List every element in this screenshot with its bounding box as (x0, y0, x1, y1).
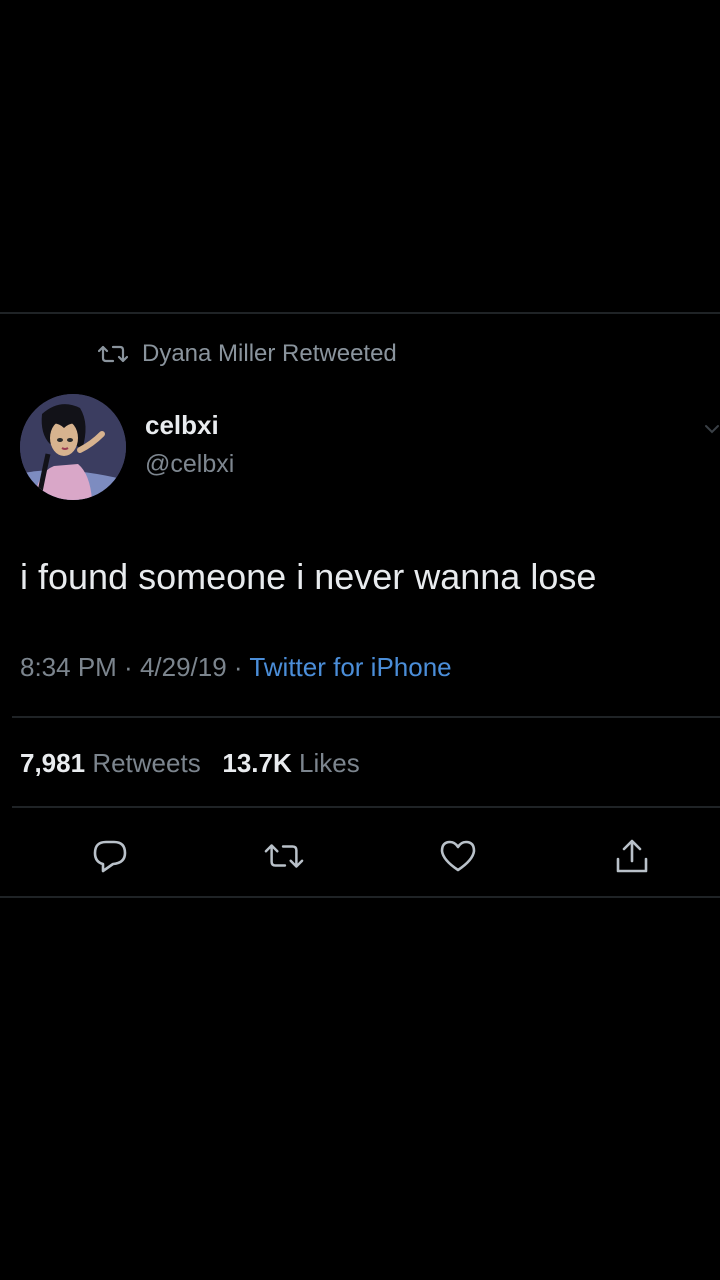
likes-stat[interactable]: 13.7K Likes (222, 748, 359, 778)
share-icon (616, 839, 648, 873)
share-button[interactable] (612, 836, 652, 876)
retweet-button[interactable] (264, 836, 304, 876)
retweet-icon (264, 844, 304, 868)
tweet-text: i found someone i never wanna lose (20, 556, 597, 597)
avatar[interactable] (20, 394, 126, 500)
retweets-count: 7,981 (20, 748, 86, 778)
tweet-stats: 7,981 Retweets 13.7K Likes (20, 748, 360, 779)
retweets-stat[interactable]: 7,981 Retweets (20, 748, 201, 778)
tweet-meta: 8:34 PM · 4/29/19 · Twitter for iPhone (20, 652, 452, 683)
tweet-actions (0, 836, 720, 876)
likes-label: Likes (299, 748, 360, 778)
top-divider (0, 312, 720, 314)
like-button[interactable] (438, 836, 478, 876)
tweet-date: 4/29/19 (139, 652, 227, 682)
meta-separator: · (116, 652, 140, 682)
likes-count: 13.7K (222, 748, 292, 778)
author-handle[interactable]: @celbxi (145, 450, 234, 479)
tweet-time: 8:34 PM (20, 652, 117, 682)
retweets-label: Retweets (92, 748, 201, 778)
retweet-context-label: Dyana Miller Retweeted (142, 340, 397, 367)
retweet-icon (98, 345, 128, 363)
stats-bottom-divider (12, 806, 720, 808)
heart-icon (440, 840, 476, 872)
bottom-divider (0, 896, 720, 898)
retweet-context[interactable]: Dyana Miller Retweeted (98, 338, 397, 370)
tweet-source-link[interactable]: Twitter for iPhone (249, 652, 451, 682)
meta-separator: · (226, 652, 250, 682)
reply-icon (93, 840, 127, 873)
reply-button[interactable] (90, 836, 130, 876)
stats-top-divider (12, 716, 720, 718)
author-display-name[interactable]: celbxi (145, 410, 219, 441)
chevron-down-icon[interactable] (704, 422, 720, 440)
tweet-screen: Dyana Miller Retweeted celbxi @celbxi i … (0, 0, 720, 1280)
